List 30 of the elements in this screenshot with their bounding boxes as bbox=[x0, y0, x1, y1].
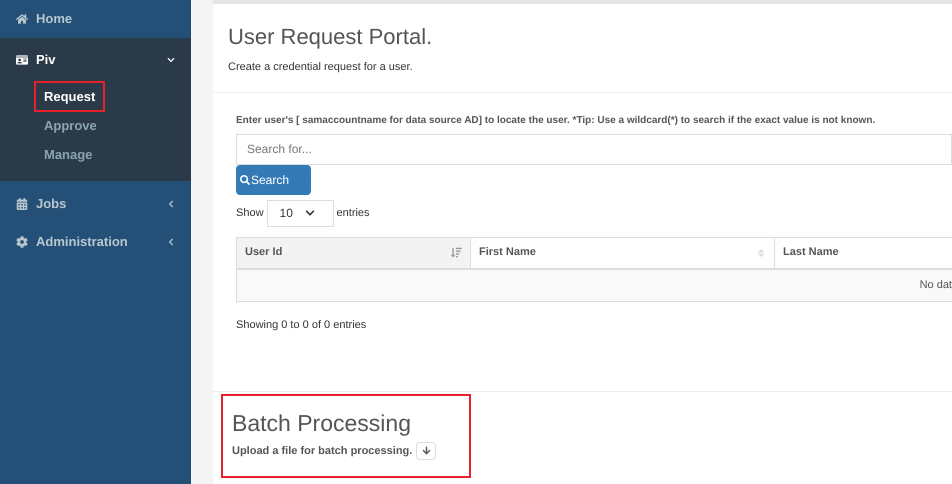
home-icon bbox=[16, 13, 28, 25]
batch-title: Batch Processing bbox=[232, 409, 412, 438]
column-header[interactable]: User Id bbox=[237, 238, 471, 268]
submenu-item[interactable]: Approve bbox=[34, 110, 107, 142]
entries-label: entries bbox=[336, 206, 370, 221]
page-title: User Request Portal. bbox=[228, 23, 434, 51]
arrow-down-icon bbox=[422, 446, 431, 456]
search-button[interactable]: Search bbox=[236, 164, 311, 194]
page-subtitle: Create a credential request for a user. bbox=[228, 60, 414, 75]
table-info: Showing 0 to 0 of 0 entries bbox=[236, 318, 368, 332]
sidebar-item[interactable]: Piv bbox=[0, 38, 191, 82]
search-instruction: Enter user's [ samaccountname for data source AD] to locate the user. *Tip: Use a wildcard(*) to search if the exact value is not known. bbox=[236, 114, 876, 128]
upload-button[interactable] bbox=[416, 442, 436, 460]
submenu-item[interactable]: Request bbox=[34, 80, 106, 112]
search-field[interactable]: Search for... bbox=[236, 134, 952, 164]
id-card-icon bbox=[16, 54, 28, 66]
empty-table-message: No dat bbox=[920, 278, 952, 293]
calendar-icon bbox=[16, 198, 28, 210]
sidebar-item[interactable]: Jobs bbox=[0, 185, 191, 223]
submenu-item[interactable]: Manage bbox=[34, 138, 102, 170]
sort-descending-icon bbox=[451, 247, 462, 258]
sort-icon bbox=[756, 248, 766, 258]
entries-select[interactable]: 10 bbox=[266, 200, 334, 226]
chevron-down-icon bbox=[304, 208, 315, 218]
show-label: Show bbox=[236, 206, 264, 221]
sidebar-item[interactable]: Home bbox=[0, 0, 191, 38]
gear-icon bbox=[16, 236, 28, 248]
search-icon bbox=[240, 174, 250, 184]
sidebar-item[interactable]: Administration bbox=[0, 223, 191, 261]
batch-description: Upload a file for batch processing. bbox=[232, 444, 412, 458]
